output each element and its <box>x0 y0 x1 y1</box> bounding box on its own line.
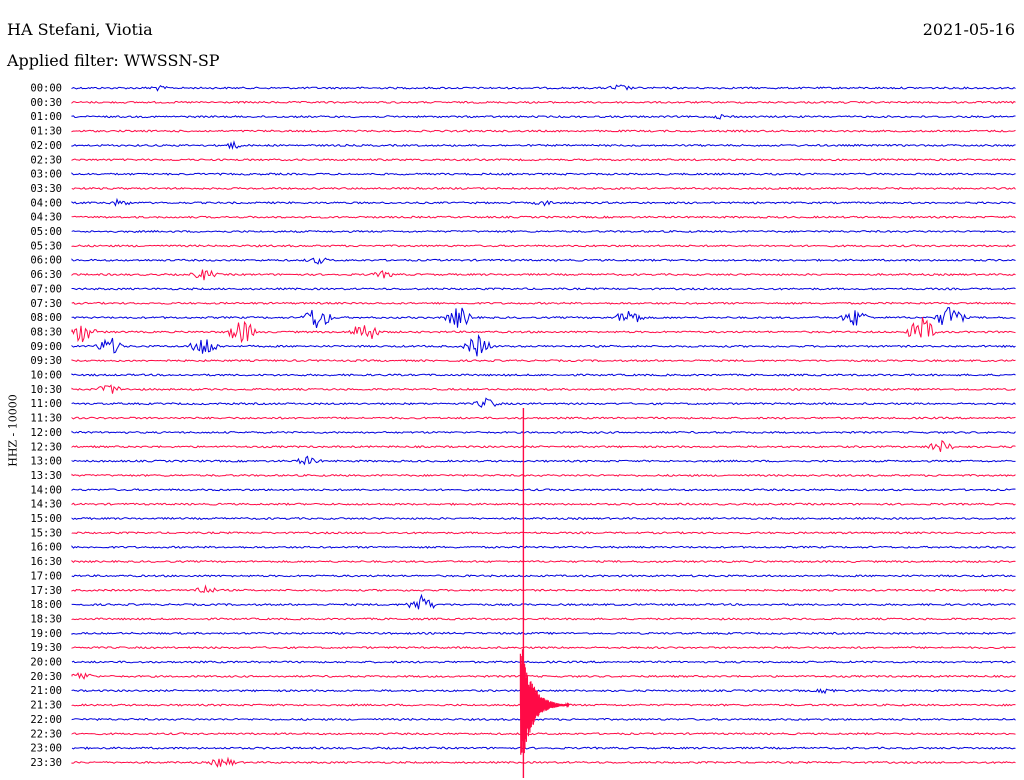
trace-line <box>71 306 1016 329</box>
time-tick-label: 18:30 <box>30 613 62 625</box>
time-tick-label: 07:00 <box>30 283 62 295</box>
time-tick-label: 20:30 <box>30 671 62 683</box>
trace-line <box>71 158 1016 162</box>
trace-line <box>71 269 1016 281</box>
time-tick-label: 00:00 <box>30 83 62 95</box>
trace-line <box>71 646 1016 650</box>
time-tick-label: 23:00 <box>30 743 62 755</box>
time-tick-label: 07:30 <box>30 298 62 310</box>
trace-line <box>71 660 1016 664</box>
time-tick-label: 18:00 <box>30 599 62 611</box>
trace-line <box>71 732 1016 736</box>
trace-line <box>71 113 1016 120</box>
trace-line <box>71 593 1016 610</box>
seismogram-chart: 00:00 00:30 01:00 01:30 02:00 02:30 03:00 03:30… <box>30 83 1016 778</box>
trace-line <box>71 197 1016 207</box>
trace-line <box>71 373 1016 377</box>
time-tick-label: 02:00 <box>30 140 62 152</box>
trace-line <box>71 84 1016 92</box>
time-tick-labels: 00:00 00:30 01:00 01:30 02:00 02:30 03:00 03:30… <box>30 83 62 769</box>
trace-line <box>71 531 1016 535</box>
time-tick-label: 05:30 <box>30 240 62 252</box>
trace-line <box>71 688 1016 695</box>
trace-line <box>71 301 1016 305</box>
trace-line <box>71 384 1016 394</box>
time-tick-label: 03:30 <box>30 183 62 195</box>
time-tick-label: 09:30 <box>30 355 62 367</box>
trace-line <box>71 516 1016 521</box>
time-tick-label: 10:00 <box>30 370 62 382</box>
time-tick-label: 19:30 <box>30 642 62 654</box>
trace-line <box>71 172 1016 176</box>
trace-line <box>71 186 1016 191</box>
trace-line <box>71 631 1016 635</box>
time-tick-label: 05:00 <box>30 226 62 238</box>
time-tick-label: 06:30 <box>30 269 62 281</box>
trace-line <box>71 229 1016 234</box>
time-tick-label: 20:00 <box>30 657 62 669</box>
time-tick-label: 15:30 <box>30 527 62 539</box>
trace-line <box>71 100 1016 104</box>
time-tick-label: 16:30 <box>30 556 62 568</box>
trace-line <box>71 316 1016 344</box>
trace-line <box>71 287 1016 291</box>
trace-line <box>71 672 1016 680</box>
time-tick-label: 17:00 <box>30 570 62 582</box>
seismogram-traces <box>71 84 1016 778</box>
trace-line <box>71 574 1016 578</box>
time-tick-label: 04:00 <box>30 197 62 209</box>
trace-line <box>71 439 1016 452</box>
trace-line <box>71 333 1016 357</box>
trace-line <box>71 416 1016 420</box>
trace-line <box>71 617 1016 621</box>
time-tick-label: 17:30 <box>30 585 62 597</box>
time-tick-label: 21:00 <box>30 685 62 697</box>
time-tick-label: 10:30 <box>30 384 62 396</box>
time-tick-label: 13:30 <box>30 470 62 482</box>
time-tick-label: 08:30 <box>30 326 62 338</box>
trace-line <box>71 430 1016 434</box>
time-tick-label: 06:00 <box>30 255 62 267</box>
time-tick-label: 22:30 <box>30 728 62 740</box>
time-tick-label: 12:30 <box>30 441 62 453</box>
time-tick-label: 14:30 <box>30 499 62 511</box>
time-tick-label: 19:00 <box>30 628 62 640</box>
trace-line <box>71 559 1016 564</box>
trace-line <box>71 545 1016 549</box>
time-tick-label: 02:30 <box>30 154 62 166</box>
mainshock-trace <box>519 649 570 755</box>
trace-line <box>71 455 1016 466</box>
trace-line <box>71 488 1016 492</box>
trace-line <box>71 215 1016 219</box>
trace-line <box>71 359 1016 363</box>
trace-line <box>71 756 1016 768</box>
trace-line <box>71 257 1016 265</box>
time-tick-label: 11:00 <box>30 398 62 410</box>
trace-line <box>71 129 1016 133</box>
time-tick-label: 11:30 <box>30 413 62 425</box>
trace-line <box>71 473 1016 478</box>
time-tick-label: 12:00 <box>30 427 62 439</box>
time-tick-label: 04:30 <box>30 212 62 224</box>
time-tick-label: 01:30 <box>30 126 62 138</box>
time-tick-label: 01:00 <box>30 111 62 123</box>
time-tick-label: 03:00 <box>30 169 62 181</box>
time-tick-label: 13:00 <box>30 456 62 468</box>
time-tick-label: 00:30 <box>30 97 62 109</box>
trace-line <box>71 140 1016 150</box>
time-tick-label: 23:30 <box>30 757 62 769</box>
time-tick-label: 08:00 <box>30 312 62 324</box>
trace-line <box>71 717 1016 721</box>
time-tick-label: 14:00 <box>30 484 62 496</box>
trace-line <box>71 397 1016 408</box>
time-tick-label: 22:00 <box>30 714 62 726</box>
time-tick-label: 21:30 <box>30 700 62 712</box>
time-tick-label: 15:00 <box>30 513 62 525</box>
trace-line <box>71 746 1016 750</box>
time-tick-label: 09:00 <box>30 341 62 353</box>
time-tick-label: 16:00 <box>30 542 62 554</box>
trace-line <box>71 502 1016 506</box>
trace-line <box>71 244 1016 248</box>
trace-line <box>71 584 1016 594</box>
